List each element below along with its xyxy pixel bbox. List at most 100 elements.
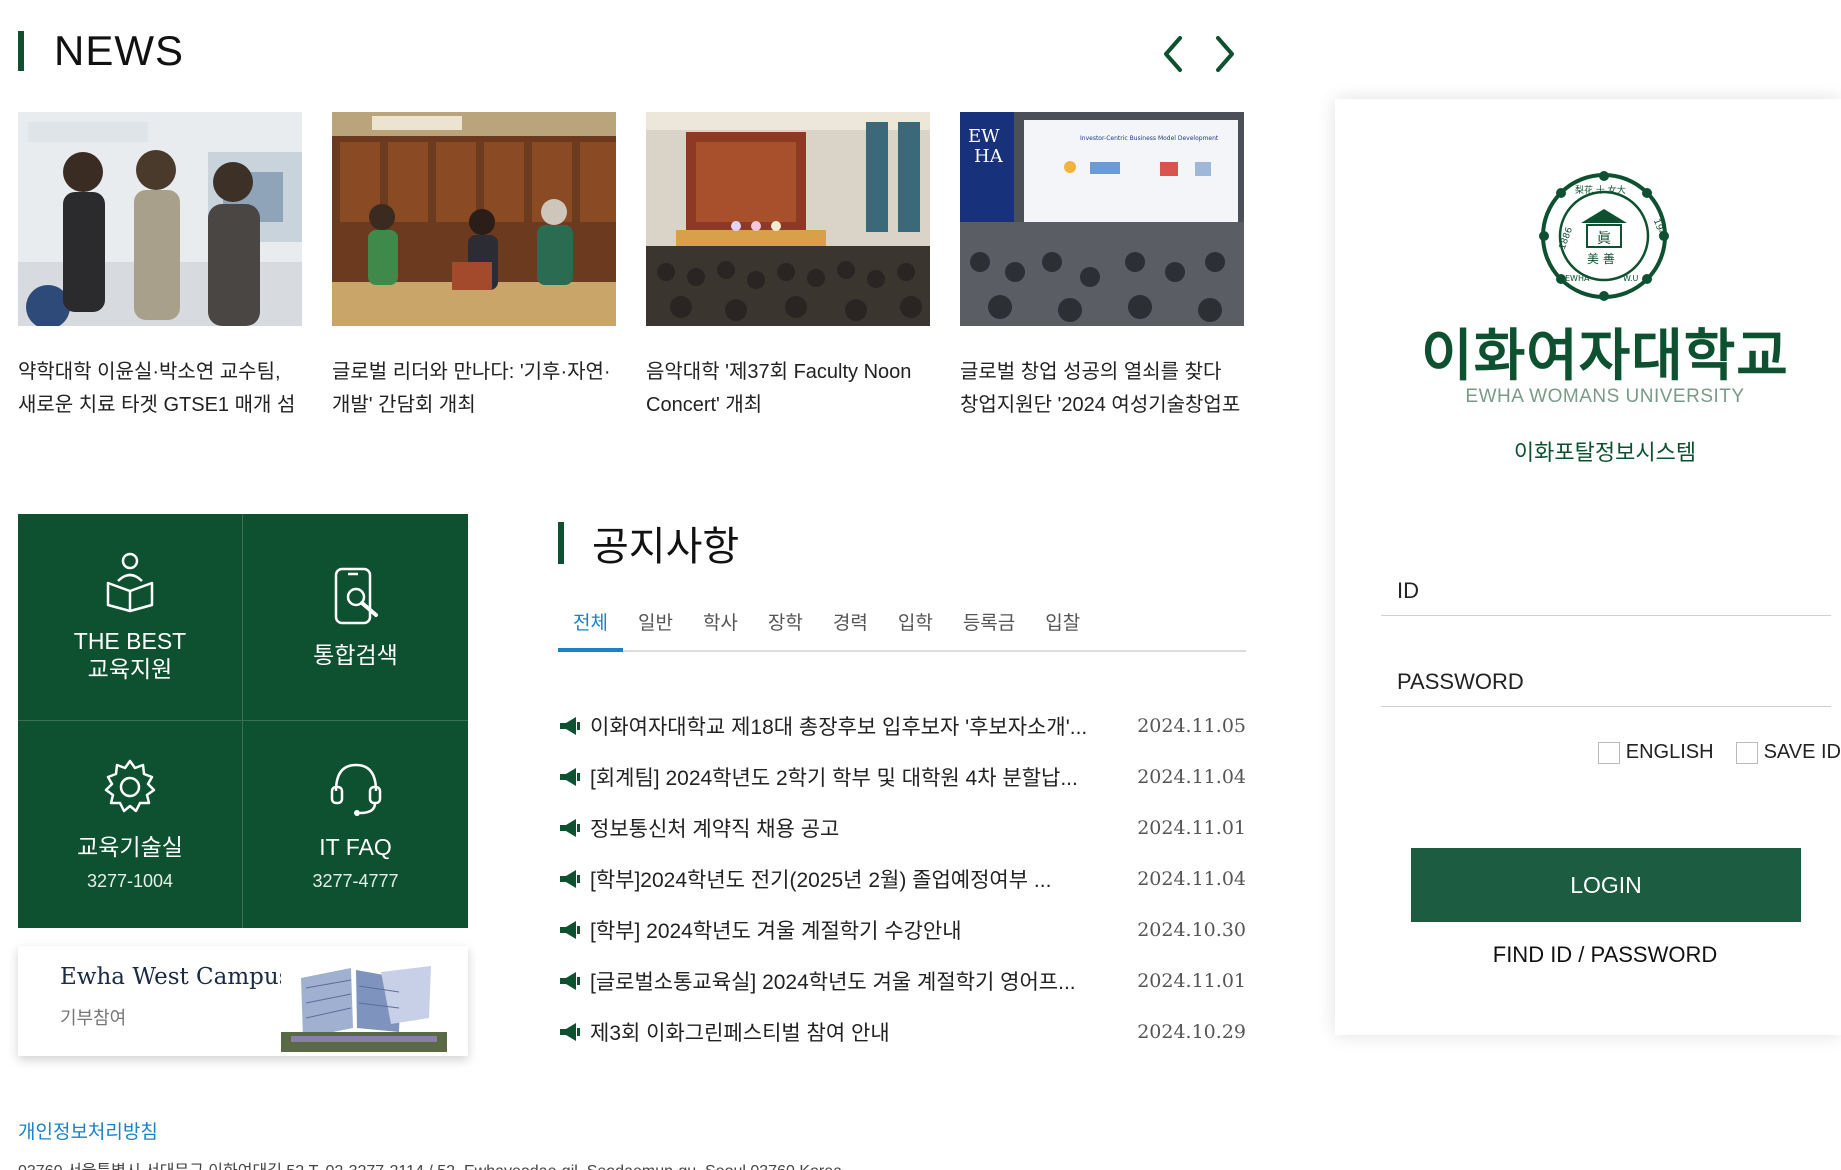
- megaphone-icon: [560, 716, 580, 735]
- chevron-right-icon[interactable]: [1210, 32, 1240, 76]
- notice-title: 공지사항: [592, 525, 740, 569]
- notice-title-bar: [558, 522, 564, 564]
- news-title-bar: [18, 31, 24, 71]
- login-options: ENGLISH SAVE ID: [1597, 741, 1841, 764]
- save-id-option[interactable]: SAVE ID: [1735, 741, 1841, 764]
- thumb-logo-ha: HA: [974, 146, 1004, 167]
- thumb-logo-ew: EW: [968, 126, 1000, 147]
- notice-text[interactable]: 이화여자대학교 제18대 총장후보 입후보자 '후보자소개'...: [590, 711, 1137, 741]
- news-title: NEWS: [54, 27, 184, 74]
- tab-scholarship[interactable]: 장학: [753, 600, 818, 650]
- notice-date: 2024.11.04: [1137, 867, 1246, 890]
- tab-tuition[interactable]: 등록금: [948, 600, 1030, 650]
- emblem-top-text: 梨花 十 女大: [1575, 184, 1626, 196]
- notice-header: 공지사항: [558, 514, 739, 572]
- university-emblem: 梨花 十 女大 1886 1945 眞 美 善 EWHA W.U: [1539, 171, 1669, 301]
- list-item[interactable]: 제3회 이화그린페스티벌 참여 안내 2024.10.29: [558, 1006, 1246, 1057]
- mobile-search-icon: [334, 567, 378, 625]
- news-card[interactable]: 약학대학 이윤실·박소연 교수팀, 새로운 치료 타겟 GTSE1 매개 섬유: [18, 112, 302, 422]
- password-field[interactable]: [1381, 657, 1831, 707]
- megaphone-icon: [560, 1022, 580, 1041]
- west-campus-subtitle: 기부참여: [60, 1008, 127, 1028]
- portal-name: 이화포탈정보시스템: [1513, 440, 1697, 465]
- notice-date: 2024.11.05: [1137, 714, 1246, 737]
- login-panel: 梨花 十 女大 1886 1945 眞 美 善 EWHA W.U 이화여자대학교…: [1335, 99, 1841, 1035]
- tab-general[interactable]: 일반: [623, 600, 688, 650]
- west-campus-banner[interactable]: Ewha West Campus 기부참여: [18, 946, 468, 1056]
- emblem-wu-text: W.U: [1623, 274, 1639, 283]
- tile-phone: 3277-1004: [86, 871, 174, 891]
- emblem-year-right: 1945: [1651, 218, 1668, 243]
- tab-academic[interactable]: 학사: [688, 600, 753, 650]
- tile-best-education[interactable]: THE BEST 교육지원: [18, 514, 243, 721]
- notice-text[interactable]: [학부] 2024학년도 겨울 계절학기 수강안내: [590, 915, 1137, 945]
- tile-it-faq[interactable]: IT FAQ 3277-4777: [243, 721, 468, 928]
- chevron-left-icon[interactable]: [1158, 32, 1188, 76]
- news-thumbnail-forum[interactable]: [332, 112, 616, 326]
- west-campus-building-image: [281, 958, 447, 1052]
- list-item[interactable]: [학부] 2024학년도 겨울 계절학기 수강안내 2024.10.30: [558, 904, 1246, 955]
- university-name-en: EWHA WOMANS UNIVERSITY: [1465, 386, 1745, 407]
- news-thumbnail-lab[interactable]: [18, 112, 302, 326]
- news-card[interactable]: 음악대학 '제37회 Faculty Noon Concert' 개최: [646, 112, 930, 422]
- tile-label: THE BEST 교육지원: [73, 628, 187, 682]
- list-item[interactable]: [학부]2024학년도 전기(2025년 2월) 졸업예정여부 ... 2024…: [558, 853, 1246, 904]
- save-id-checkbox[interactable]: [1735, 741, 1758, 764]
- west-campus-title: Ewha West Campus: [60, 964, 291, 990]
- notice-text[interactable]: [학부]2024학년도 전기(2025년 2월) 졸업예정여부 ...: [590, 864, 1137, 894]
- list-item[interactable]: 이화여자대학교 제18대 총장후보 입후보자 '후보자소개'... 2024.1…: [558, 700, 1246, 751]
- megaphone-icon: [560, 818, 580, 837]
- megaphone-icon: [560, 971, 580, 990]
- notice-text[interactable]: [글로벌소통교육실] 2024학년도 겨울 계절학기 영어프...: [590, 966, 1137, 996]
- login-button[interactable]: LOGIN: [1411, 848, 1801, 922]
- quick-link-tiles: THE BEST 교육지원 통합검색 교육기술실 3277-1004 IT FA…: [18, 514, 468, 928]
- notice-date: 2024.11.01: [1137, 969, 1246, 992]
- id-field[interactable]: [1381, 566, 1831, 616]
- university-name-ko: 이화여자대학교: [1421, 324, 1789, 387]
- person-book-icon: [106, 552, 154, 613]
- news-caption[interactable]: 글로벌 창업 성공의 열쇠를 찾다 창업지원단 '2024 여성기술창업포: [960, 356, 1244, 422]
- news-caption[interactable]: 글로벌 리더와 만나다: '기후·자연·개발' 간담회 개최: [332, 356, 616, 422]
- gear-icon: [104, 759, 156, 813]
- emblem-bottom-text: 美 善: [1587, 251, 1615, 266]
- list-item[interactable]: [글로벌소통교육실] 2024학년도 겨울 계절학기 영어프... 2024.1…: [558, 955, 1246, 1006]
- megaphone-icon: [560, 869, 580, 888]
- tile-label: 교육기술실: [77, 834, 183, 860]
- news-card[interactable]: 글로벌 리더와 만나다: '기후·자연·개발' 간담회 개최: [332, 112, 616, 422]
- news-arrows: [1158, 32, 1240, 76]
- news-thumbnail-startup-forum[interactable]: EW HA Investor-Centric Business Model De…: [960, 112, 1244, 326]
- emblem-center-text: 眞: [1597, 231, 1611, 247]
- notice-date: 2024.10.30: [1137, 918, 1246, 941]
- thumb-slide-title: Investor-Centric Business Model Developm…: [1080, 135, 1219, 142]
- privacy-policy-link[interactable]: 개인정보처리방침: [18, 1117, 158, 1144]
- notice-tabs: 전체 일반 학사 장학 경력 입학 등록금 입찰: [558, 600, 1246, 652]
- footer-address: 03760 서울특별시 서대문구 이화여대길 52 T. 02-3277-211…: [18, 1157, 842, 1170]
- notice-text[interactable]: 정보통신처 계약직 채용 공고: [590, 813, 1137, 843]
- english-checkbox[interactable]: [1597, 741, 1620, 764]
- tile-integrated-search[interactable]: 통합검색: [243, 514, 468, 721]
- tile-phone: 3277-4777: [312, 871, 399, 891]
- tab-admission[interactable]: 입학: [883, 600, 948, 650]
- list-item[interactable]: [회계팀] 2024학년도 2학기 학부 및 대학원 4차 분할납... 202…: [558, 751, 1246, 802]
- tile-label: 통합검색: [313, 642, 398, 668]
- notice-list: 이화여자대학교 제18대 총장후보 입후보자 '후보자소개'... 2024.1…: [558, 700, 1246, 1057]
- emblem-ewha-text: EWHA: [1565, 274, 1590, 283]
- news-caption[interactable]: 음악대학 '제37회 Faculty Noon Concert' 개최: [646, 356, 930, 422]
- news-card[interactable]: EW HA Investor-Centric Business Model De…: [960, 112, 1244, 422]
- news-header: NEWS: [18, 27, 184, 74]
- tab-career[interactable]: 경력: [818, 600, 883, 650]
- notice-text[interactable]: 제3회 이화그린페스티벌 참여 안내: [590, 1017, 1137, 1047]
- list-item[interactable]: 정보통신처 계약직 채용 공고 2024.11.01: [558, 802, 1246, 853]
- tile-education-tech[interactable]: 교육기술실 3277-1004: [18, 721, 243, 928]
- megaphone-icon: [560, 767, 580, 786]
- tab-all[interactable]: 전체: [558, 600, 623, 652]
- notice-date: 2024.10.29: [1137, 1020, 1246, 1043]
- notice-text[interactable]: [회계팀] 2024학년도 2학기 학부 및 대학원 4차 분할납...: [590, 762, 1137, 792]
- news-caption[interactable]: 약학대학 이윤실·박소연 교수팀, 새로운 치료 타겟 GTSE1 매개 섬유: [18, 356, 302, 422]
- english-option[interactable]: ENGLISH: [1597, 741, 1714, 764]
- news-thumbnail-concert[interactable]: [646, 112, 930, 326]
- tile-label: IT FAQ: [319, 834, 392, 860]
- tab-bidding[interactable]: 입찰: [1030, 600, 1095, 650]
- headset-icon: [330, 763, 381, 816]
- find-id-password-link[interactable]: FIND ID / PASSWORD: [1335, 942, 1841, 968]
